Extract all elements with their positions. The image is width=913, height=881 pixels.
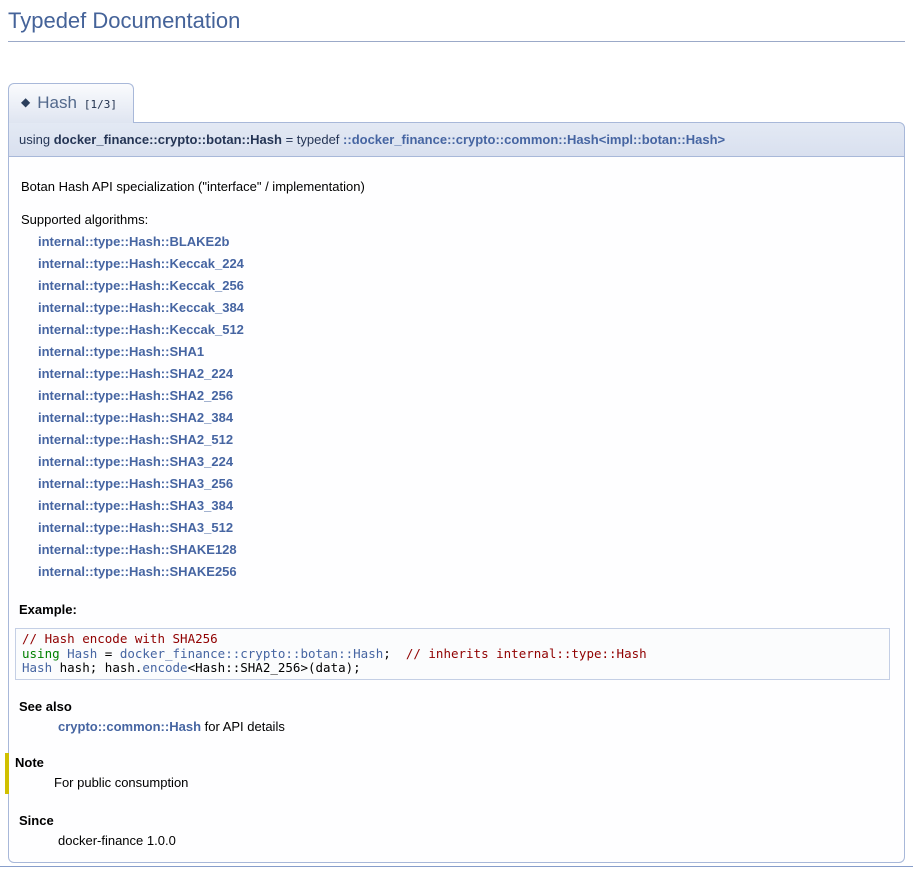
code-link-hash[interactable]: Hash	[67, 646, 97, 661]
code-comment: // Hash encode with SHA256	[22, 631, 218, 646]
code-text: ;	[383, 646, 406, 661]
member-overload-badge: [1/3]	[84, 98, 117, 111]
algorithm-link[interactable]: internal::type::Hash::SHA3_224	[38, 451, 894, 473]
typedef-documentation-section: Typedef Documentation ◆ Hash [1/3] using d…	[8, 8, 905, 863]
algorithm-link[interactable]: internal::type::Hash::Keccak_224	[38, 253, 894, 275]
member-tab: ◆ Hash [1/3]	[8, 83, 134, 123]
algorithm-link[interactable]: internal::type::Hash::SHA2_224	[38, 363, 894, 385]
algorithm-link[interactable]: internal::type::Hash::SHA3_384	[38, 495, 894, 517]
code-keyword-using: using	[22, 646, 67, 661]
algorithm-list: internal::type::Hash::BLAKE2binternal::t…	[21, 231, 894, 583]
code-line-3: Hash hash; hash.encode<Hash::SHA2_256>(d…	[22, 661, 883, 676]
since-section: Since docker-finance 1.0.0	[19, 813, 894, 848]
member-title: Hash	[37, 93, 77, 112]
proto-target-type-link[interactable]: ::docker_finance::crypto::common::Hash<i…	[343, 132, 725, 147]
see-also-section: See also crypto::common::Hash for API de…	[19, 699, 894, 734]
member-documentation: Botan Hash API specialization ("interfac…	[8, 157, 905, 863]
code-text: <Hash::SHA2_256>(data);	[188, 660, 361, 675]
see-also-link[interactable]: crypto::common::Hash	[58, 719, 201, 734]
algorithm-link[interactable]: internal::type::Hash::BLAKE2b	[38, 231, 894, 253]
algorithm-link[interactable]: internal::type::Hash::SHAKE256	[38, 561, 894, 583]
algorithm-link[interactable]: internal::type::Hash::Keccak_256	[38, 275, 894, 297]
code-link-botan-hash[interactable]: docker_finance::crypto::botan::Hash	[120, 646, 383, 661]
algorithm-link[interactable]: internal::type::Hash::SHA1	[38, 341, 894, 363]
algorithm-link[interactable]: internal::type::Hash::SHA3_512	[38, 517, 894, 539]
supported-algorithms-label: Supported algorithms:	[21, 212, 148, 227]
bottom-divider	[0, 866, 913, 867]
see-also-text: for API details	[201, 719, 285, 734]
supported-algorithms-block: Supported algorithms: internal::type::Ha…	[21, 209, 894, 583]
algorithm-link[interactable]: internal::type::Hash::Keccak_384	[38, 297, 894, 319]
see-also-content: crypto::common::Hash for API details	[58, 719, 894, 734]
since-content: docker-finance 1.0.0	[58, 833, 894, 848]
proto-using-keyword: using	[19, 132, 54, 147]
algorithm-link[interactable]: internal::type::Hash::SHA2_256	[38, 385, 894, 407]
permalink-anchor-icon[interactable]: ◆	[21, 95, 30, 109]
code-text: hash; hash.	[52, 660, 142, 675]
algorithm-link[interactable]: internal::type::Hash::SHA2_512	[38, 429, 894, 451]
code-text: =	[97, 646, 120, 661]
code-line-1: // Hash encode with SHA256	[22, 632, 883, 647]
note-content: For public consumption	[54, 775, 894, 790]
see-also-label: See also	[19, 699, 894, 714]
code-link-hash[interactable]: Hash	[22, 660, 52, 675]
note-section: Note For public consumption	[5, 753, 894, 794]
proto-equals-typedef: = typedef	[282, 132, 343, 147]
algorithm-link[interactable]: internal::type::Hash::SHAKE128	[38, 539, 894, 561]
example-section: Example:	[19, 602, 894, 617]
proto-typedef-name: docker_finance::crypto::botan::Hash	[54, 132, 282, 147]
algorithm-link[interactable]: internal::type::Hash::SHA3_256	[38, 473, 894, 495]
member-prototype: using docker_finance::crypto::botan::Has…	[8, 122, 905, 157]
example-label: Example:	[19, 602, 894, 617]
code-link-encode[interactable]: encode	[142, 660, 187, 675]
page-title: Typedef Documentation	[8, 8, 905, 42]
since-label: Since	[19, 813, 894, 828]
code-fragment: // Hash encode with SHA256 using Hash = …	[15, 628, 890, 680]
algorithm-link[interactable]: internal::type::Hash::Keccak_512	[38, 319, 894, 341]
code-line-2: using Hash = docker_finance::crypto::bot…	[22, 647, 883, 662]
doc-intro-text: Botan Hash API specialization ("interfac…	[21, 179, 894, 194]
code-comment: // inherits internal::type::Hash	[406, 646, 647, 661]
member-item-hash: ◆Hash[1/3] using docker_finance::crypto:…	[8, 42, 905, 863]
note-label: Note	[15, 755, 894, 770]
algorithm-link[interactable]: internal::type::Hash::SHA2_384	[38, 407, 894, 429]
